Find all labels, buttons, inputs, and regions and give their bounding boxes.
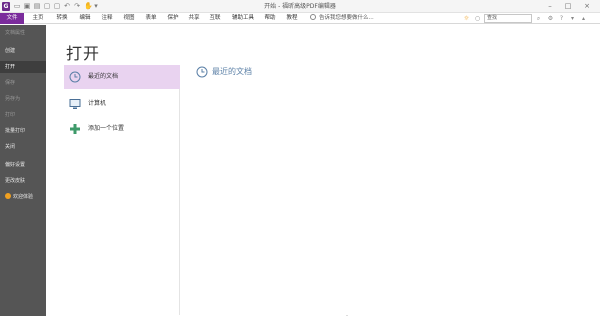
clock-icon bbox=[69, 71, 81, 83]
place-label: 计算机 bbox=[88, 100, 107, 107]
sidebar-item-label: 欢迎体验 bbox=[13, 194, 34, 200]
sidebar-item-change-skin[interactable]: 更改皮肤 bbox=[0, 175, 46, 187]
minimize-button[interactable]: – bbox=[543, 1, 557, 12]
sidebar-item-open[interactable]: 打开 bbox=[0, 61, 46, 73]
sun-icon[interactable]: ☼ bbox=[462, 14, 471, 23]
place-label: 最近的文档 bbox=[88, 73, 119, 80]
recent-documents-title: 最近的文档 bbox=[212, 67, 252, 76]
tab-form[interactable]: 表单 bbox=[143, 13, 159, 24]
lightbulb-icon bbox=[310, 14, 316, 20]
place-label: 添加一个位置 bbox=[88, 125, 125, 132]
chevron-down-icon[interactable]: ▾ bbox=[568, 14, 577, 23]
page-title: 打开 bbox=[66, 44, 101, 63]
open-places-list: 最近的文档 计算机 添加一个位置 bbox=[64, 65, 180, 315]
sidebar-item-save-as[interactable]: 另存为 bbox=[0, 93, 46, 105]
window-title: 开始 - 福昕高级PDF编辑器 bbox=[264, 3, 336, 10]
computer-icon bbox=[69, 99, 81, 109]
tab-file[interactable]: 文件 bbox=[0, 13, 24, 24]
backstage-sidebar: 文档属性 创建 打开 保存 另存为 打印 批量打印 关闭 偏好设置 更改皮肤 欢… bbox=[0, 25, 46, 316]
tab-protect[interactable]: 保护 bbox=[165, 13, 181, 24]
collapse-ribbon-icon[interactable]: ▴ bbox=[579, 14, 588, 23]
sidebar-item-print[interactable]: 打印 bbox=[0, 109, 46, 121]
sidebar-item-create[interactable]: 创建 bbox=[0, 45, 46, 57]
sidebar-item-welcome[interactable]: 欢迎体验 bbox=[0, 191, 46, 203]
maximize-button[interactable]: □ bbox=[561, 1, 575, 12]
recent-documents-header: 最近的文档 bbox=[196, 65, 252, 79]
tab-share[interactable]: 共享 bbox=[186, 13, 202, 24]
sidebar-item-preferences[interactable]: 偏好设置 bbox=[0, 159, 46, 171]
tell-me-text: 告诉我您想要做什么... bbox=[319, 15, 374, 21]
settings-icon[interactable]: ⚙ bbox=[546, 14, 555, 23]
welcome-icon bbox=[5, 193, 11, 199]
search-input[interactable]: 查找 bbox=[484, 14, 532, 23]
close-button[interactable]: × bbox=[580, 1, 594, 12]
tell-me-box[interactable]: 告诉我您想要做什么... bbox=[310, 13, 374, 24]
place-computer[interactable]: 计算机 bbox=[64, 92, 180, 116]
tab-convert[interactable]: 转换 bbox=[54, 13, 70, 24]
search-icon[interactable]: ⌕ bbox=[534, 14, 543, 23]
sidebar-item-close[interactable]: 关闭 bbox=[0, 141, 46, 153]
tab-comment[interactable]: 注释 bbox=[99, 13, 115, 24]
place-add-location[interactable]: 添加一个位置 bbox=[64, 117, 180, 141]
tab-connect[interactable]: 互联 bbox=[207, 13, 223, 24]
sidebar-item-save[interactable]: 保存 bbox=[0, 77, 46, 89]
tab-accessibility[interactable]: 辅助工具 bbox=[230, 13, 256, 24]
plus-icon bbox=[70, 124, 80, 134]
title-bar: G ▭ ▣ ▤ ▢ ▢ ↶ ↷ ✋ ▾ 开始 - 福昕高级PDF编辑器 – □ … bbox=[0, 0, 600, 13]
clock-icon bbox=[196, 66, 208, 78]
tab-home[interactable]: 主页 bbox=[30, 13, 46, 24]
tab-view[interactable]: 视图 bbox=[121, 13, 137, 24]
ribbon-tab-bar: 文件 主页 转换 编辑 注释 视图 表单 保护 共享 互联 辅助工具 帮助 教程… bbox=[0, 13, 600, 24]
help-icon[interactable]: ? bbox=[557, 14, 566, 23]
tab-tutorial[interactable]: 教程 bbox=[284, 13, 300, 24]
sidebar-item-doc-properties[interactable]: 文档属性 bbox=[0, 27, 46, 39]
backstage-main: 打开 最近的文档 计算机 添加一个位置 最近的文档 bbox=[46, 25, 600, 316]
tab-help[interactable]: 帮助 bbox=[262, 13, 278, 24]
tab-edit[interactable]: 编辑 bbox=[77, 13, 93, 24]
place-recent-documents[interactable]: 最近的文档 bbox=[64, 65, 180, 89]
sidebar-item-batch-print[interactable]: 批量打印 bbox=[0, 125, 46, 137]
info-icon[interactable]: ○ bbox=[473, 14, 482, 23]
